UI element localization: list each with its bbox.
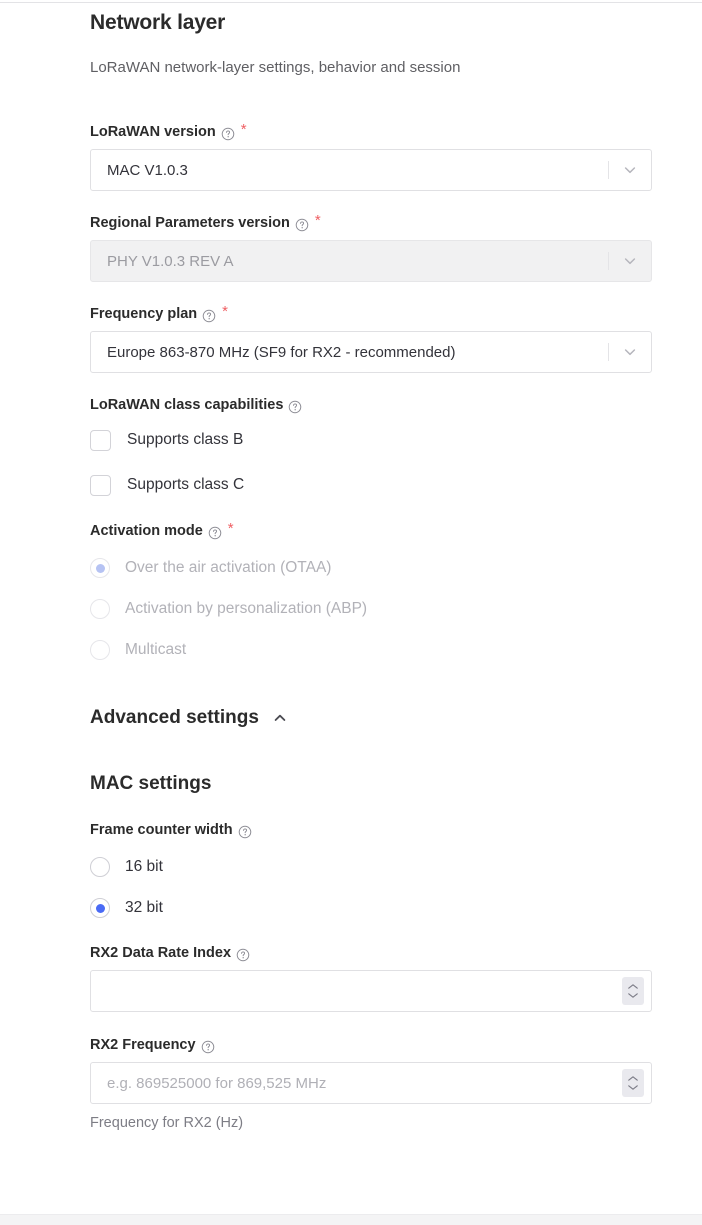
- radio-activation-abp: Activation by personalization (ABP): [90, 597, 652, 621]
- radio-activation-multicast: Multicast: [90, 638, 652, 662]
- page-title: Network layer: [90, 11, 226, 34]
- label-text: RX2 Frequency: [90, 1037, 196, 1053]
- radio-circle[interactable]: [90, 857, 110, 877]
- network-layer-form: Network layer LoRaWAN network-layer sett…: [90, 0, 652, 1133]
- select-divider: [608, 252, 609, 270]
- advanced-settings-toggle[interactable]: Advanced settings: [90, 662, 652, 730]
- select-value: MAC V1.0.3: [107, 161, 188, 179]
- field-frame-counter-width: Frame counter width 16 bit 32 bit: [90, 796, 652, 920]
- radio-dot: [95, 903, 105, 913]
- label-frequency-plan: Frequency plan *: [90, 303, 652, 323]
- label-text: LoRaWAN version: [90, 124, 216, 140]
- chevron-down-icon[interactable]: [622, 344, 638, 360]
- field-rx2-frequency: RX2 Frequency e.g. 869525000 for 869,525…: [90, 1012, 652, 1133]
- radio-circle: [90, 640, 110, 660]
- required-marker: *: [222, 303, 229, 320]
- input-rx2-data-rate-index[interactable]: [90, 970, 652, 1012]
- label-text: Frame counter width: [90, 822, 233, 838]
- select-regional-parameters-version: PHY V1.0.3 REV A: [90, 240, 652, 282]
- label-lorawan-version: LoRaWAN version *: [90, 121, 652, 141]
- checkbox-supports-class-c[interactable]: Supports class C: [90, 473, 652, 497]
- select-lorawan-version[interactable]: MAC V1.0.3: [90, 149, 652, 191]
- select-frequency-plan[interactable]: Europe 863-870 MHz (SF9 for RX2 - recomm…: [90, 331, 652, 373]
- checkbox-label: Supports class C: [127, 476, 245, 493]
- radio-circle: [90, 599, 110, 619]
- stepper-down-icon: [628, 993, 638, 998]
- label-regional-parameters-version: Regional Parameters version *: [90, 212, 652, 232]
- help-circle-icon[interactable]: [221, 127, 235, 141]
- help-circle-icon[interactable]: [295, 218, 309, 232]
- field-rx2-data-rate-index: RX2 Data Rate Index: [90, 920, 652, 1012]
- chevron-down-icon: [622, 253, 638, 269]
- label-frame-counter-width: Frame counter width: [90, 822, 652, 839]
- label-rx2-data-rate-index: RX2 Data Rate Index: [90, 945, 652, 962]
- rx2-frequency-help: Frequency for RX2 (Hz): [90, 1115, 244, 1131]
- checkbox-label: Supports class B: [127, 431, 244, 448]
- stepper-up-icon: [628, 1076, 638, 1081]
- chevron-up-icon[interactable]: [272, 710, 288, 726]
- checkbox-box[interactable]: [90, 474, 111, 496]
- select-divider: [608, 161, 609, 179]
- help-circle-icon[interactable]: [201, 1040, 215, 1054]
- help-circle-icon[interactable]: [236, 948, 250, 962]
- radio-frame-counter-32bit[interactable]: 32 bit: [90, 896, 652, 920]
- help-circle-icon[interactable]: [288, 400, 302, 414]
- label-text: LoRaWAN class capabilities: [90, 397, 284, 413]
- field-regional-parameters-version: Regional Parameters version * PHY V1.0.3…: [90, 191, 652, 282]
- label-text: Regional Parameters version: [90, 215, 290, 231]
- radio-label: 32 bit: [125, 899, 163, 916]
- label-text: RX2 Data Rate Index: [90, 945, 232, 961]
- checkbox-box[interactable]: [90, 429, 111, 451]
- page-description: LoRaWAN network-layer settings, behavior…: [90, 59, 461, 76]
- checkbox-supports-class-b[interactable]: Supports class B: [90, 428, 652, 452]
- label-text: Activation mode: [90, 523, 203, 539]
- required-marker: *: [314, 212, 321, 229]
- radio-dot: [95, 563, 105, 573]
- radio-frame-counter-16bit[interactable]: 16 bit: [90, 855, 652, 879]
- radio-label: Over the air activation (OTAA): [125, 559, 332, 576]
- radio-circle: [90, 558, 110, 578]
- select-value: Europe 863-870 MHz (SF9 for RX2 - recomm…: [107, 343, 456, 361]
- input-placeholder: e.g. 869525000 for 869,525 MHz: [107, 1074, 327, 1092]
- radio-label: 16 bit: [125, 858, 163, 875]
- help-circle-icon[interactable]: [202, 309, 216, 323]
- help-circle-icon[interactable]: [238, 825, 252, 839]
- mac-settings-title: MAC settings: [90, 773, 212, 794]
- required-marker: *: [240, 121, 247, 138]
- label-class-capabilities: LoRaWAN class capabilities: [90, 397, 652, 414]
- radio-circle[interactable]: [90, 898, 110, 918]
- select-divider: [608, 343, 609, 361]
- label-activation-mode: Activation mode *: [90, 520, 652, 540]
- label-rx2-frequency: RX2 Frequency: [90, 1037, 652, 1054]
- number-stepper[interactable]: [622, 1069, 644, 1097]
- radio-label: Multicast: [125, 641, 187, 658]
- radio-label: Activation by personalization (ABP): [125, 600, 368, 617]
- bottom-band: [0, 1214, 702, 1225]
- number-stepper[interactable]: [622, 977, 644, 1005]
- stepper-up-icon: [628, 984, 638, 989]
- field-activation-mode: Activation mode * Over the air activatio…: [90, 497, 652, 662]
- required-marker: *: [227, 520, 234, 537]
- help-circle-icon[interactable]: [208, 526, 222, 540]
- stepper-down-icon: [628, 1085, 638, 1090]
- field-class-capabilities: LoRaWAN class capabilities Supports clas…: [90, 373, 652, 497]
- advanced-settings-title: Advanced settings: [90, 707, 259, 728]
- select-value: PHY V1.0.3 REV A: [107, 252, 234, 270]
- field-lorawan-version: LoRaWAN version * MAC V1.0.3: [90, 78, 652, 191]
- field-frequency-plan: Frequency plan * Europe 863-870 MHz (SF9…: [90, 282, 652, 373]
- label-text: Frequency plan: [90, 306, 198, 322]
- radio-activation-otaa: Over the air activation (OTAA): [90, 556, 652, 580]
- input-rx2-frequency[interactable]: e.g. 869525000 for 869,525 MHz: [90, 1062, 652, 1104]
- chevron-down-icon[interactable]: [622, 162, 638, 178]
